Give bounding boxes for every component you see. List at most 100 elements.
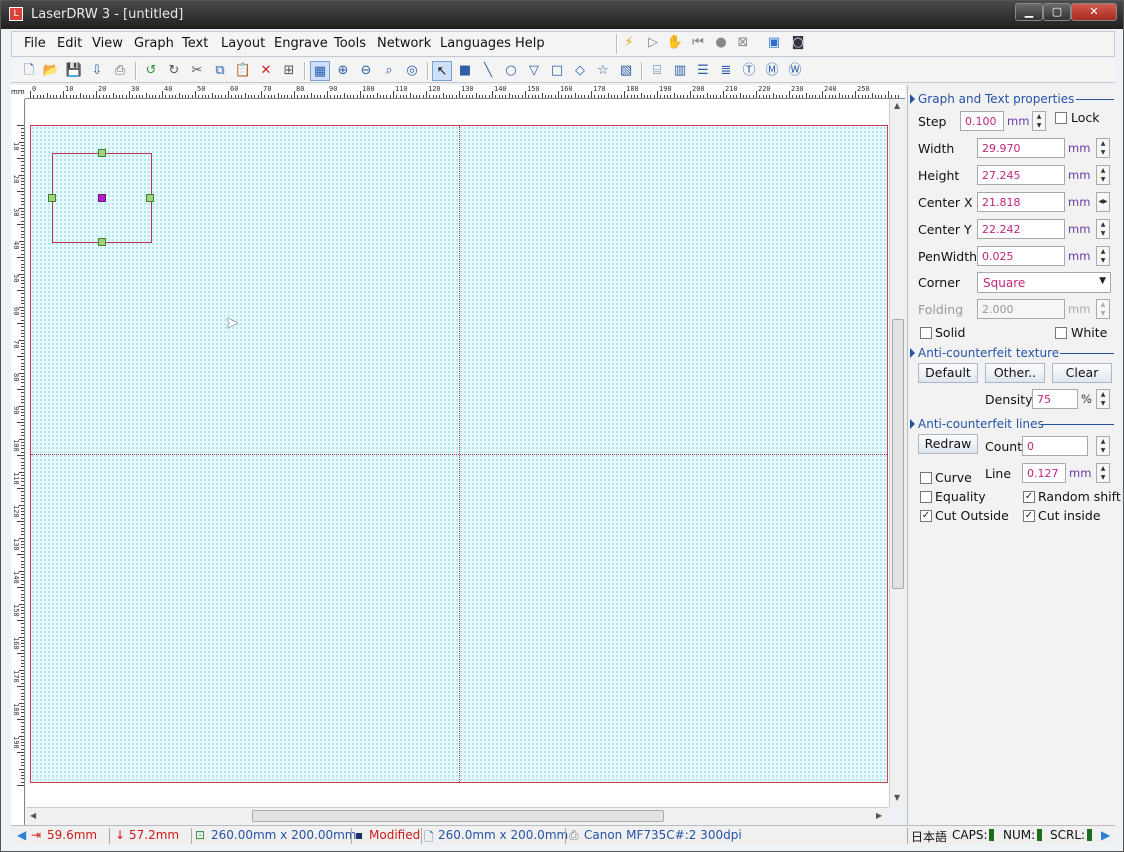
- ruler-left[interactable]: 10 20 30 40 50 60 70 80 90 100 110 120 130 140 150 160 1…: [11, 99, 25, 825]
- new-file-icon[interactable]: 🗋: [19, 61, 39, 81]
- undo-icon[interactable]: ↺: [141, 61, 161, 81]
- horizontal-scrollbar[interactable]: ◀ ▶: [26, 807, 889, 823]
- pause-hand-icon[interactable]: ✋: [665, 33, 685, 53]
- save-icon[interactable]: 💾: [64, 61, 84, 81]
- resize-handle-top[interactable]: [98, 149, 106, 157]
- resize-handle-bottom[interactable]: [98, 238, 106, 246]
- corner-select[interactable]: Square ▼: [977, 272, 1111, 293]
- texture-default-button[interactable]: Default: [918, 363, 978, 383]
- device-panel-icon[interactable]: ▣: [764, 33, 784, 53]
- center-y-input[interactable]: 22.242: [977, 219, 1065, 239]
- menu-text[interactable]: Text: [182, 36, 208, 51]
- redraw-button[interactable]: Redraw: [918, 434, 978, 454]
- minimize-button[interactable]: ▁: [1015, 3, 1043, 21]
- menu-languages[interactable]: Languages: [440, 36, 511, 51]
- text-tool-icon[interactable]: ⌸: [647, 61, 667, 81]
- random-shift-checkbox[interactable]: ✓: [1023, 491, 1035, 503]
- step-input[interactable]: 0.100: [960, 111, 1004, 131]
- image-tool-icon[interactable]: ▧: [616, 61, 636, 81]
- texture-clear-button[interactable]: Clear: [1052, 363, 1112, 383]
- menu-engrave[interactable]: Engrave: [274, 36, 328, 51]
- height-spinner[interactable]: ▲ ▼: [1096, 165, 1110, 185]
- height-input[interactable]: 27.245: [977, 165, 1065, 185]
- open-folder-icon[interactable]: 📂: [41, 61, 61, 81]
- vertical-scrollbar[interactable]: ▲ ▼: [889, 99, 905, 807]
- delete-icon[interactable]: ✕: [256, 61, 276, 81]
- pointer-tool-icon[interactable]: ↖: [432, 61, 452, 81]
- cut-icon[interactable]: ✂: [187, 61, 207, 81]
- vertical-scroll-thumb[interactable]: [892, 319, 904, 589]
- print-icon[interactable]: ⎙: [110, 61, 130, 81]
- center-handle[interactable]: [98, 194, 106, 202]
- width-input[interactable]: 29.970: [977, 138, 1065, 158]
- engrave-flash-icon[interactable]: ⚡: [619, 33, 639, 53]
- density-input[interactable]: 75: [1032, 389, 1078, 409]
- penwidth-spinner[interactable]: ▲ ▼: [1096, 246, 1110, 266]
- menu-layout[interactable]: Layout: [221, 36, 265, 51]
- title-bar[interactable]: L LaserDRW 3 - [untitled] ▁ ▢ ✕: [1, 1, 1123, 29]
- star-tool-icon[interactable]: ☆: [593, 61, 613, 81]
- count-spinner[interactable]: ▲ ▼: [1096, 436, 1110, 456]
- engrave-page[interactable]: [30, 125, 888, 783]
- ellipse-tool-icon[interactable]: ○: [501, 61, 521, 81]
- texture-other-button[interactable]: Other..: [985, 363, 1045, 383]
- grid-icon[interactable]: ▦: [310, 61, 330, 81]
- width-spinner[interactable]: ▲ ▼: [1096, 138, 1110, 158]
- select-all-icon[interactable]: ⊞: [279, 61, 299, 81]
- folding-spinner[interactable]: ▲ ▼: [1096, 299, 1110, 319]
- line-tool-icon[interactable]: ╲: [478, 61, 498, 81]
- square-tool-icon[interactable]: □: [547, 61, 567, 81]
- solid-checkbox[interactable]: [920, 327, 932, 339]
- preview-eye-icon[interactable]: ◙: [788, 33, 808, 53]
- menu-help[interactable]: Help: [515, 36, 545, 51]
- scroll-right-icon[interactable]: ▶: [876, 811, 882, 820]
- scroll-left-icon[interactable]: ◀: [30, 811, 36, 820]
- lines-section-title[interactable]: Anti-counterfeit lines: [910, 417, 1044, 431]
- paste-icon[interactable]: 📋: [233, 61, 253, 81]
- lock-checkbox[interactable]: [1055, 112, 1067, 124]
- zoom-out-icon[interactable]: ⊖: [356, 61, 376, 81]
- horizontal-scroll-thumb[interactable]: [252, 810, 664, 822]
- line-input[interactable]: 0.127: [1022, 463, 1066, 483]
- zoom-fit-icon[interactable]: ⌕: [379, 61, 399, 81]
- w-circle-icon[interactable]: Ⓦ: [785, 61, 805, 81]
- density-spinner[interactable]: ▲ ▼: [1096, 389, 1110, 409]
- ruler-top[interactable]: 0 10 20 30 40 50 60 70 80 90 100 110 120 130 140 150 160…: [11, 85, 905, 99]
- app-icon[interactable]: L: [9, 7, 23, 21]
- cut-outside-checkbox[interactable]: ✓: [920, 510, 932, 522]
- line-spinner[interactable]: ▲ ▼: [1096, 463, 1110, 483]
- center-x-input[interactable]: 21.818: [977, 192, 1065, 212]
- folding-input[interactable]: 2.000: [977, 299, 1065, 319]
- copy-icon[interactable]: ⧉: [210, 61, 230, 81]
- center-x-spinner[interactable]: ◀▶: [1096, 192, 1110, 212]
- penwidth-input[interactable]: 0.025: [977, 246, 1065, 266]
- align-top-icon[interactable]: ☰: [693, 61, 713, 81]
- white-checkbox[interactable]: [1055, 327, 1067, 339]
- import-icon[interactable]: ⇩: [87, 61, 107, 81]
- menu-edit[interactable]: Edit: [57, 36, 82, 51]
- stop-icon[interactable]: ●: [711, 33, 731, 53]
- curve-checkbox[interactable]: [920, 472, 932, 484]
- grid-cancel-icon[interactable]: ⊠: [733, 33, 753, 53]
- menu-tools[interactable]: Tools: [334, 36, 366, 51]
- redo-icon[interactable]: ↻: [164, 61, 184, 81]
- triangle-tool-icon[interactable]: ▽: [524, 61, 544, 81]
- menu-graph[interactable]: Graph: [134, 36, 174, 51]
- equality-checkbox[interactable]: [920, 491, 932, 503]
- drawing-canvas[interactable]: [26, 99, 889, 807]
- status-right-arrow-icon[interactable]: ▶: [1101, 828, 1110, 842]
- zoom-page-icon[interactable]: ◎: [402, 61, 422, 81]
- rectangle-tool-icon[interactable]: ■: [455, 61, 475, 81]
- close-button[interactable]: ✕: [1071, 3, 1117, 21]
- selected-rectangle[interactable]: [48, 149, 154, 246]
- texture-section-title[interactable]: Anti-counterfeit texture: [910, 346, 1059, 360]
- start-icon[interactable]: ▷: [643, 33, 663, 53]
- menu-view[interactable]: View: [92, 36, 123, 51]
- rewind-icon[interactable]: ⏮: [688, 33, 708, 53]
- graph-text-section-title[interactable]: Graph and Text properties: [910, 92, 1074, 106]
- status-left-arrow-icon[interactable]: ◀: [17, 828, 26, 842]
- menu-network[interactable]: Network: [377, 36, 431, 51]
- scroll-up-icon[interactable]: ▲: [894, 101, 900, 110]
- center-y-spinner[interactable]: ▲ ▼: [1096, 219, 1110, 239]
- step-spinner[interactable]: ▲ ▼: [1032, 111, 1046, 131]
